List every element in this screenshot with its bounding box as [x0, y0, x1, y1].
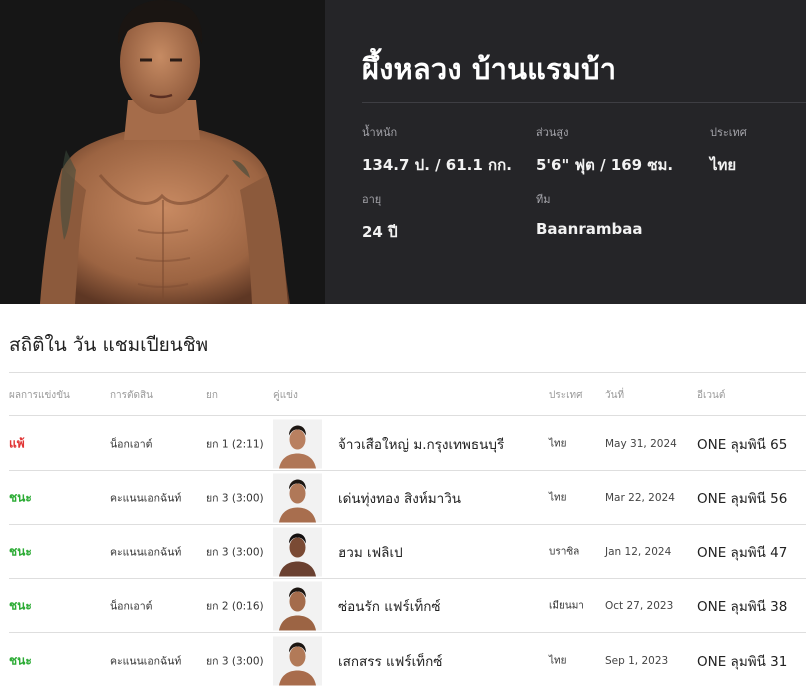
stats-title: สถิติใน วัน แชมเปียนชิพ — [9, 334, 209, 356]
country-text: เมียนมา — [549, 600, 584, 611]
country-text: ไทย — [549, 438, 567, 449]
column-header-opponent: คู่แข่ง — [273, 390, 298, 401]
fighter-portrait-image — [40, 0, 290, 304]
event-link[interactable]: ONE ลุมพินี 56 — [697, 487, 787, 509]
result-text: แพ้ — [9, 436, 25, 450]
country-attribute: ประเทศ ไทย — [710, 123, 747, 177]
event-link[interactable]: ONE ลุมพินี 47 — [697, 541, 787, 563]
event-link[interactable]: ONE ลุมพินี 31 — [697, 650, 787, 672]
country-text: ไทย — [549, 492, 567, 503]
result-text: ชนะ — [9, 490, 32, 504]
height-label: ส่วนสูง — [536, 126, 569, 139]
column-header-date: วันที่ — [605, 390, 625, 401]
opponent-name[interactable]: ซ่อนรัก แฟร์เท็กซ์ — [338, 595, 441, 617]
weight-value: 134.7 ป. / 61.1 กก. — [362, 156, 512, 174]
method-text: คะแนนเอกฉันท์ — [110, 655, 182, 667]
opponent-name[interactable]: จ้าวเสือใหญ่ ม.กรุงเทพธนบุรี — [338, 433, 504, 455]
column-header-event: อีเวนต์ — [697, 390, 726, 401]
table-row[interactable]: แพ้ น็อกเอาต์ ยก 1 (2:11) จ้าวเสือใหญ่ ม… — [9, 416, 806, 471]
round-text: ยก 3 (3:00) — [206, 655, 264, 667]
weight-attribute: น้ำหนัก 134.7 ป. / 61.1 กก. — [362, 123, 512, 177]
weight-label: น้ำหนัก — [362, 126, 398, 139]
height-attribute: ส่วนสูง 5'6" ฟุต / 169 ซม. — [536, 123, 673, 177]
opponent-avatar[interactable] — [273, 419, 322, 468]
table-row[interactable]: ชนะ คะแนนเอกฉันท์ ยก 3 (3:00) ฮวม เฟลิเป… — [9, 524, 806, 579]
method-text: น็อกเอาต์ — [110, 600, 153, 612]
round-text: ยก 3 (3:00) — [206, 492, 264, 504]
age-label: อายุ — [362, 193, 382, 206]
column-header-method: การตัดสิน — [110, 390, 153, 401]
country-value: ไทย — [710, 156, 737, 174]
opponent-name[interactable]: เด่นทุ่งทอง สิงห์มาวิน — [338, 487, 461, 509]
column-header-round: ยก — [206, 390, 218, 401]
result-text: ชนะ — [9, 653, 32, 667]
country-label: ประเทศ — [710, 126, 747, 139]
opponent-avatar[interactable] — [273, 581, 322, 630]
fighter-info-panel: ผึ้งหลวง บ้านแรมบ้า น้ำหนัก 134.7 ป. / 6… — [325, 0, 806, 304]
date-text: Oct 27, 2023 — [605, 599, 674, 612]
opponent-avatar[interactable] — [273, 636, 322, 685]
method-text: คะแนนเอกฉันท์ — [110, 492, 182, 504]
result-text: ชนะ — [9, 544, 32, 558]
date-text: Sep 1, 2023 — [605, 654, 669, 667]
age-attribute: อายุ 24 ปี — [362, 190, 398, 244]
country-text: ไทย — [549, 655, 567, 666]
column-header-result: ผลการแข่งขัน — [9, 390, 70, 401]
divider — [362, 102, 806, 103]
fighter-header: ผึ้งหลวง บ้านแรมบ้า น้ำหนัก 134.7 ป. / 6… — [0, 0, 806, 304]
date-text: Mar 22, 2024 — [605, 491, 675, 504]
team-attribute: ทีม Baanrambaa — [536, 190, 643, 238]
method-text: คะแนนเอกฉันท์ — [110, 546, 182, 558]
height-value: 5'6" ฟุต / 169 ซม. — [536, 156, 674, 174]
divider — [9, 372, 806, 373]
opponent-avatar[interactable] — [273, 473, 322, 522]
round-text: ยก 1 (2:11) — [206, 438, 264, 450]
method-text: น็อกเอาต์ — [110, 438, 153, 450]
table-row[interactable]: ชนะ คะแนนเอกฉันท์ ยก 3 (3:00) เสกสรร แฟร… — [9, 633, 806, 688]
team-label: ทีม — [536, 193, 551, 206]
table-row[interactable]: ชนะ คะแนนเอกฉันท์ ยก 3 (3:00) เด่นทุ่งทอ… — [9, 470, 806, 525]
event-link[interactable]: ONE ลุมพินี 38 — [697, 595, 787, 617]
opponent-name[interactable]: ฮวม เฟลิเป — [338, 541, 403, 563]
age-value: 24 ปี — [362, 223, 398, 241]
table-row[interactable]: ชนะ น็อกเอาต์ ยก 2 (0:16) ซ่อนรัก แฟร์เท… — [9, 578, 806, 633]
date-text: Jan 12, 2024 — [605, 545, 672, 558]
country-text: บราซิล — [549, 546, 580, 557]
result-text: ชนะ — [9, 598, 32, 612]
fighter-name: ผึ้งหลวง บ้านแรมบ้า — [362, 52, 617, 86]
column-header-country: ประเทศ — [549, 390, 583, 401]
round-text: ยก 3 (3:00) — [206, 546, 264, 558]
date-text: May 31, 2024 — [605, 437, 677, 450]
team-value[interactable]: Baanrambaa — [536, 220, 643, 238]
event-link[interactable]: ONE ลุมพินี 65 — [697, 433, 787, 455]
opponent-name[interactable]: เสกสรร แฟร์เท็กซ์ — [338, 650, 442, 672]
opponent-avatar[interactable] — [273, 527, 322, 576]
fighter-photo — [0, 0, 325, 304]
round-text: ยก 2 (0:16) — [206, 600, 264, 612]
